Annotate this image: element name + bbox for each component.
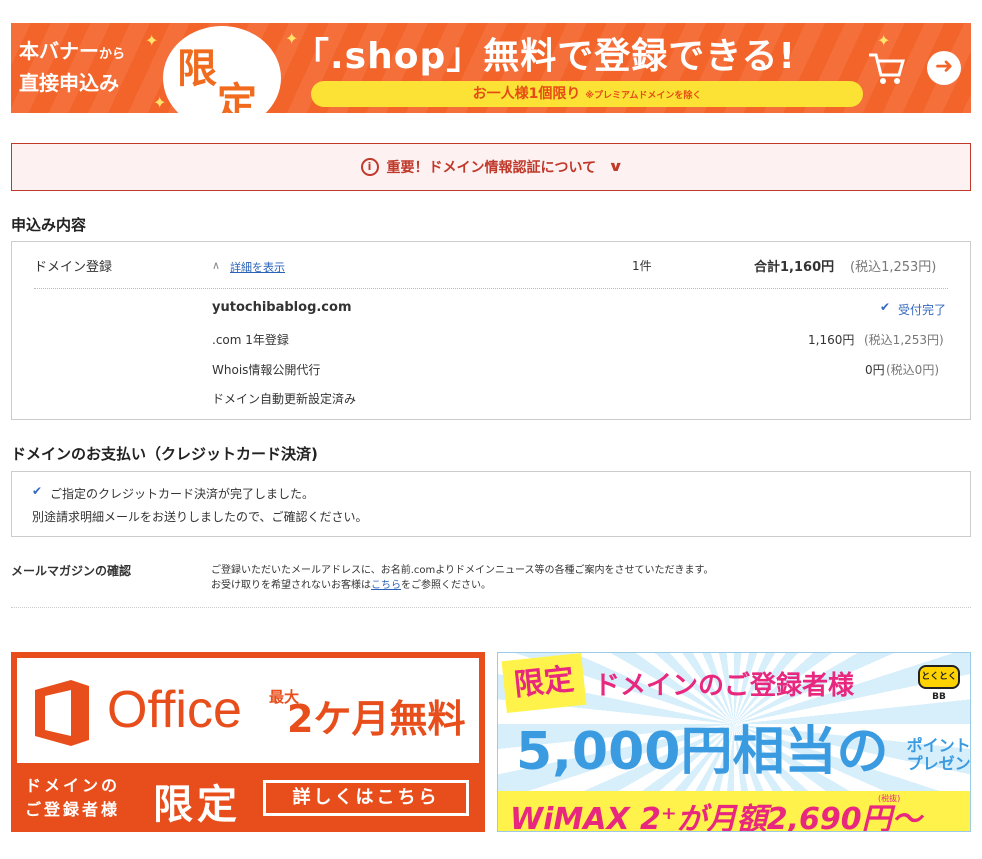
office-logo-icon (35, 680, 89, 746)
limited-char2: 定 (217, 80, 257, 113)
office-bottom-line2: ご登録者様 (25, 800, 121, 819)
wimax-amount: 5,000円相当の ポイントプレゼント (516, 709, 971, 784)
office-detail-button[interactable]: 詳しくはこちら (263, 780, 469, 816)
pill-note: ※プレミアムドメインを除く (585, 91, 702, 101)
line-label: ドメイン自動更新設定済み (212, 392, 357, 406)
domain-verification-notice[interactable]: i 重要！ドメイン情報認証について ∨ (11, 143, 971, 191)
banner-left-line2: 直接申込み (19, 71, 119, 95)
chevron-down-icon: ∨ (607, 159, 624, 175)
divider (34, 288, 948, 289)
cart-icon (867, 51, 911, 89)
mail-magazine-line1: ご登録いただいたメールアドレスに、お名前.comよりドメインニュース等の各種ご案… (211, 565, 714, 576)
tokutoku-bb-logo: とくとくBB (918, 665, 960, 702)
wimax-point-present: ポイントプレゼント (906, 736, 971, 773)
order-status: 受付完了 (898, 303, 947, 317)
order-total: 合計1,160円 (754, 260, 835, 275)
line-label: .com 1年登録 (212, 333, 289, 347)
wimax-amount-text: 5,000円相当の (516, 722, 889, 782)
wimax-promo-banner[interactable]: 限定 ドメインのご登録者様 とくとくBB 5,000円相当の ポイントプレゼント… (497, 652, 971, 832)
mail-magazine-row: メールマガジンの確認 ご登録いただいたメールアドレスに、お名前.comよりドメイ… (11, 553, 971, 608)
item-count: 1件 (632, 259, 652, 273)
info-icon: i (360, 158, 379, 176)
wimax-bottom-strip: WiMAX 2⁺が月額2,690円～ (税抜) (498, 791, 970, 832)
wimax-price-text: WiMAX 2⁺が月額2,690円～ (510, 802, 922, 832)
wimax-limited: 限定 (501, 653, 587, 714)
order-section-title: 申込み内容 (11, 216, 87, 234)
order-details-box: ドメイン登録 ∧ 詳細を表示 1件 合計1,160円 (税込1,253円) yu… (11, 241, 971, 420)
check-icon: ✔ (880, 300, 891, 314)
sparkle-icon: ✦ (145, 31, 159, 50)
mail-line2-before: お受け取りを希望されないお客様は (211, 580, 371, 591)
office-name: Office (107, 681, 242, 739)
office-promo-banner[interactable]: Office 最大2ケ月無料 ドメインの ご登録者様 限定 詳しくはこちら (11, 652, 485, 832)
chevron-up-icon[interactable]: ∧ (212, 259, 220, 272)
line-price: 1,160円 (808, 333, 855, 347)
wimax-present: プレゼント (906, 754, 971, 773)
office-limited: 限定 (153, 782, 241, 828)
banner-pill: お一人様1個限り ※プレミアムドメインを除く (311, 81, 863, 107)
mail-line2-after: をご参照ください。 (401, 580, 491, 591)
sparkle-icon: ✦ (153, 93, 167, 112)
line-tax: (税込1,253円) (864, 333, 944, 347)
banner-left-line1-small: から (99, 47, 126, 62)
line-price: 0円 (865, 363, 885, 377)
item-label: ドメイン登録 (34, 260, 113, 275)
wimax-top-text: ドメインのご登録者様 (594, 671, 855, 701)
office-bottom-left: ドメインの ご登録者様 (25, 774, 120, 822)
domain-name: yutochibablog.com (212, 300, 352, 315)
check-icon: ✔ (32, 484, 43, 498)
office-free-text: 最大2ケ月無料 (269, 688, 465, 743)
line-tax: (税込0円) (886, 363, 939, 377)
payment-complete-text: ご指定のクレジットカード決済が完了しました。 (50, 487, 315, 501)
unsubscribe-link[interactable]: こちら (371, 580, 401, 591)
mail-magazine-label: メールマガジンの確認 (11, 564, 132, 578)
banner-headline: 「.shop」無料で登録できる! (293, 36, 796, 77)
limited-char1: 限 (177, 46, 217, 92)
shop-promo-banner[interactable]: 本バナーから 直接申込み ✦ ✦ 限 定 ✦ 「.shop」無料で登録できる! … (11, 23, 971, 113)
sparkle-icon: ✦ (877, 31, 891, 50)
detail-toggle-link[interactable]: 詳細を表示 (230, 259, 285, 275)
arrow-right-icon[interactable]: ➜ (927, 51, 961, 85)
payment-box: ✔ ご指定のクレジットカード決済が完了しました。 別途請求明細メールをお送りしま… (11, 471, 971, 537)
office-bottom-line1: ドメインの (25, 776, 121, 795)
notice-text: 重要！ドメイン情報認証について (386, 160, 597, 176)
wimax-tax-note: (税抜) (878, 794, 901, 803)
payment-section-title: ドメインのお支払い（クレジットカード決済) (11, 445, 318, 463)
order-total-tax: (税込1,253円) (850, 260, 937, 275)
banner-left-line1: 本バナー (19, 39, 99, 63)
payment-mail-text: 別途請求明細メールをお送りしましたので、ご確認ください。 (32, 510, 368, 524)
line-label: Whois情報公開代行 (212, 363, 321, 377)
pill-text: お一人様1個限り (472, 86, 581, 102)
office-banner-top: Office 最大2ケ月無料 (17, 658, 479, 763)
mail-magazine-line2: お受け取りを希望されないお客様はこちらをご参照ください。 (211, 576, 491, 591)
office-free-big: 2ケ月無料 (287, 697, 466, 741)
office-free-small: 最大 (269, 688, 300, 706)
wimax-point: ポイント (906, 736, 971, 755)
banner-left-text: 本バナーから 直接申込み (19, 37, 125, 97)
